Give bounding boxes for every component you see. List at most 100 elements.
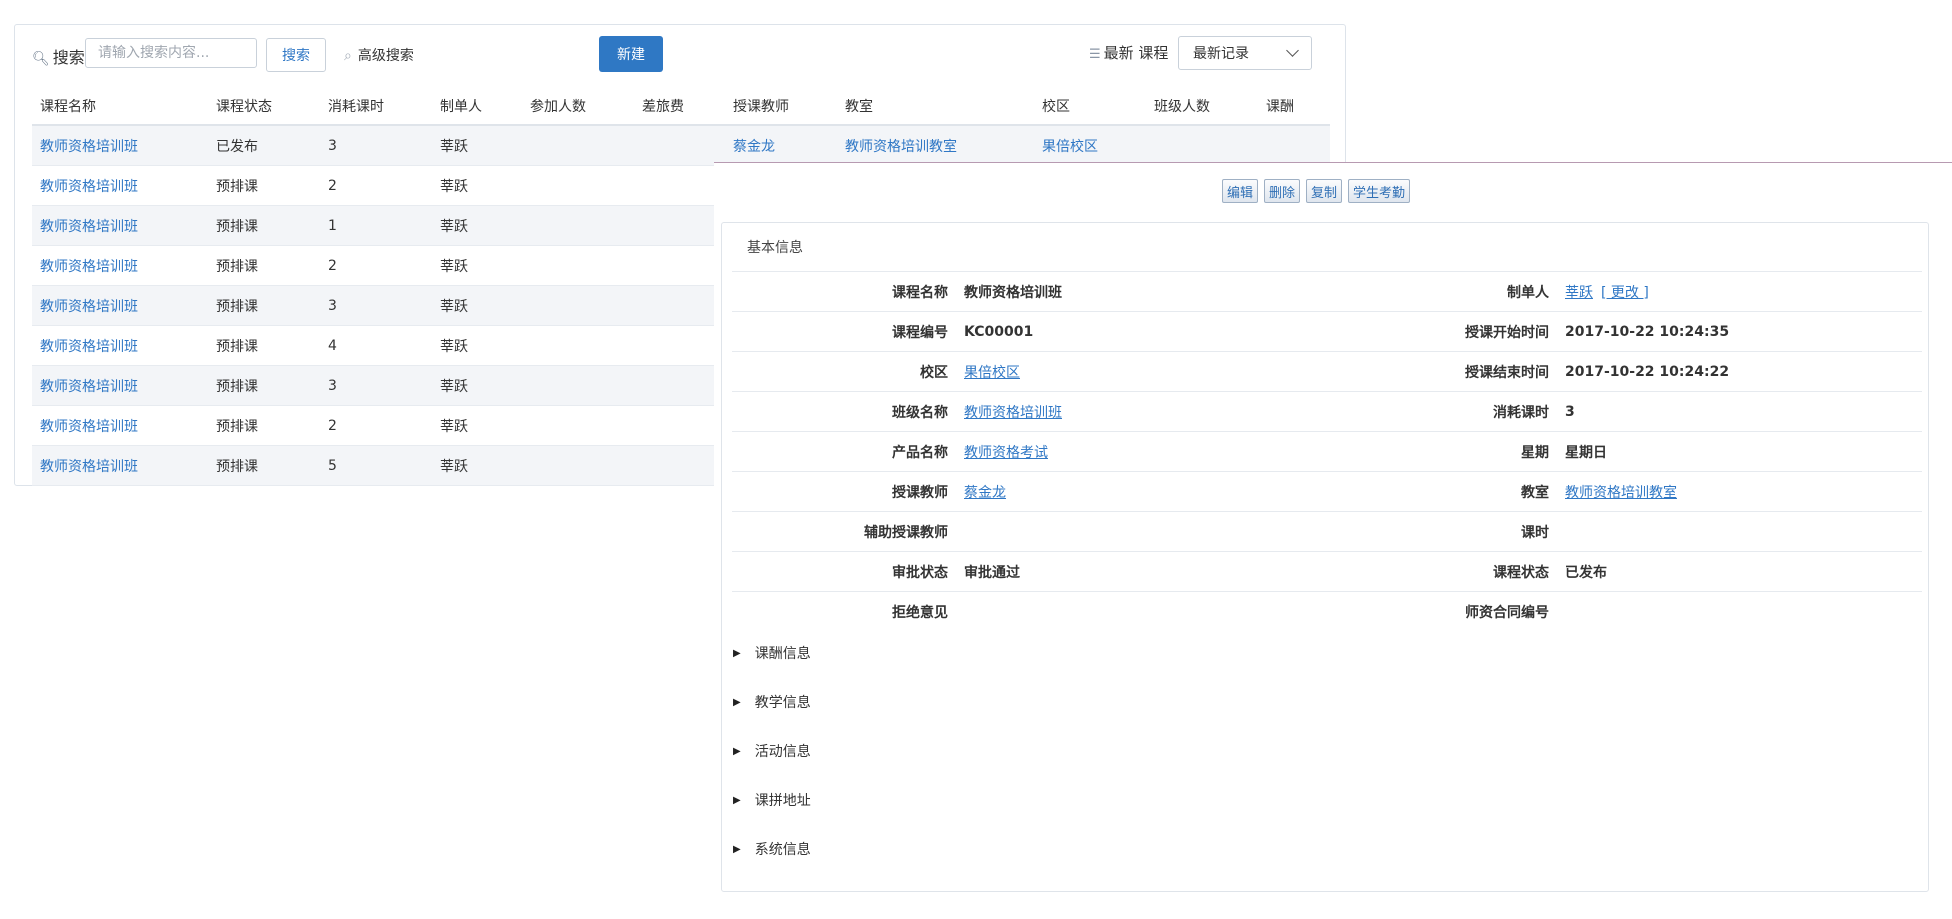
course-hours: 3 <box>320 125 432 166</box>
travel-fee <box>634 125 725 166</box>
course-code-value: KC00001 <box>964 323 1034 340</box>
column-header[interactable]: 课酬 <box>1258 87 1330 126</box>
column-header[interactable]: 班级人数 <box>1146 87 1258 126</box>
column-header[interactable]: 教室 <box>837 87 1034 126</box>
expand-triangle-icon: ▶ <box>733 794 741 806</box>
section-fee-info[interactable]: ▶ 课酬信息 <box>733 643 811 663</box>
course-name-link[interactable]: 教师资格培训班 <box>32 165 208 206</box>
column-header[interactable]: 制单人 <box>432 87 522 126</box>
maker-link[interactable]: 莘跃 <box>1565 285 1593 301</box>
field-label: 制单人 <box>1507 284 1549 301</box>
section-teaching-info[interactable]: ▶ 教学信息 <box>733 692 811 712</box>
table-row[interactable]: 教师资格培训班 已发布 3 莘跃 蔡金龙 教师资格培训教室 果倍校区 <box>32 125 1330 166</box>
course-hours: 2 <box>320 405 432 446</box>
course-status: 预排课 <box>208 245 320 286</box>
expand-triangle-icon: ▶ <box>733 843 741 855</box>
column-header[interactable]: 校区 <box>1034 87 1146 126</box>
campus-link[interactable]: 果倍校区 <box>1034 125 1146 166</box>
section-system-info[interactable]: ▶ 系统信息 <box>733 839 811 859</box>
column-header[interactable]: 参加人数 <box>522 87 634 126</box>
info-row: 班级名称 教师资格培训班 消耗课时 3 <box>732 391 1922 432</box>
course-status: 预排课 <box>208 205 320 246</box>
start-time-value: 2017-10-22 10:24:35 <box>1565 323 1730 340</box>
weekday-value: 星期日 <box>1565 444 1607 461</box>
course-name-value: 教师资格培训班 <box>964 284 1062 301</box>
field-label: 课时 <box>1521 524 1549 541</box>
course-status: 预排课 <box>208 445 320 486</box>
course-name-link[interactable]: 教师资格培训班 <box>32 125 208 166</box>
column-header[interactable]: 课程状态 <box>208 87 320 126</box>
approval-value: 审批通过 <box>964 564 1020 581</box>
field-label: 授课开始时间 <box>1465 324 1549 341</box>
edit-button[interactable]: 编辑 <box>1222 179 1259 203</box>
course-name-link[interactable]: 教师资格培训班 <box>32 445 208 486</box>
search-icon: 🔍︎ <box>32 51 50 67</box>
column-header[interactable]: 课程名称 <box>32 87 208 126</box>
info-row: 课程名称 教师资格培训班 制单人 莘跃 [ 更改 ] <box>732 271 1922 312</box>
room-link[interactable]: 教师资格培训教室 <box>837 125 1034 166</box>
new-button[interactable]: 新建 <box>599 36 663 72</box>
field-label: 课程编号 <box>892 324 948 341</box>
field-label: 消耗课时 <box>1493 404 1549 421</box>
status-value: 已发布 <box>1565 564 1607 581</box>
detail-action-bar: 编辑 删除 复制 学生考勤 <box>1222 179 1411 203</box>
course-hours: 5 <box>320 445 432 486</box>
course-maker: 莘跃 <box>432 365 522 406</box>
info-row: 辅助授课教师 课时 <box>732 511 1922 552</box>
search-input[interactable] <box>85 38 257 68</box>
course-maker: 莘跃 <box>432 245 522 286</box>
course-maker: 莘跃 <box>432 405 522 446</box>
course-maker: 莘跃 <box>432 165 522 206</box>
section-address-info[interactable]: ▶ 课拼地址 <box>733 790 811 810</box>
info-row: 课程编号 KC00001 授课开始时间 2017-10-22 10:24:35 <box>732 311 1922 352</box>
basic-info-table: 课程名称 教师资格培训班 制单人 莘跃 [ 更改 ] 课程编号 KC00001 授… <box>732 271 1922 632</box>
info-row: 校区 果倍校区 授课结束时间 2017-10-22 10:24:22 <box>732 351 1922 392</box>
info-row: 审批状态 审批通过 课程状态 已发布 <box>732 551 1922 592</box>
class-name-value: 教师资格培训班 <box>964 392 1336 432</box>
reject-value <box>964 592 1336 632</box>
course-name-link[interactable]: 教师资格培训班 <box>32 405 208 446</box>
search-icon: ⌕ <box>344 48 352 64</box>
end-time-value: 2017-10-22 10:24:22 <box>1565 363 1730 380</box>
attendance-button[interactable]: 学生考勤 <box>1348 179 1411 203</box>
course-status: 预排课 <box>208 165 320 206</box>
column-header[interactable]: 消耗课时 <box>320 87 432 126</box>
column-header[interactable]: 差旅费 <box>634 87 725 126</box>
column-header[interactable]: 授课教师 <box>725 87 837 126</box>
teacher-link[interactable]: 蔡金龙 <box>964 485 1006 501</box>
course-name-link[interactable]: 教师资格培训班 <box>32 365 208 406</box>
latest-select[interactable]: 最新记录 <box>1178 36 1312 70</box>
field-label: 师资合同编号 <box>1465 604 1549 621</box>
room-value: 教师资格培训教室 <box>1565 472 1922 512</box>
course-name-link[interactable]: 教师资格培训班 <box>32 285 208 326</box>
class-name-link[interactable]: 教师资格培训班 <box>964 405 1062 421</box>
field-label: 审批状态 <box>892 564 948 581</box>
info-row: 产品名称 教师资格考试 星期 星期日 <box>732 431 1922 472</box>
teacher-value: 蔡金龙 <box>964 472 1336 512</box>
delete-button[interactable]: 删除 <box>1264 179 1301 203</box>
course-name-link[interactable]: 教师资格培训班 <box>32 205 208 246</box>
campus-link[interactable]: 果倍校区 <box>964 365 1020 381</box>
course-detail-panel: 编辑 删除 复制 学生考勤 基本信息 课程名称 教师资格培训班 制单人 莘跃 [ … <box>714 162 1952 919</box>
copy-button[interactable]: 复制 <box>1306 179 1343 203</box>
course-status: 预排课 <box>208 365 320 406</box>
section-activity-info[interactable]: ▶ 活动信息 <box>733 741 811 761</box>
field-label: 校区 <box>920 364 948 381</box>
change-maker-link[interactable]: [ 更改 ] <box>1601 285 1649 301</box>
course-status: 预排课 <box>208 405 320 446</box>
room-link[interactable]: 教师资格培训教室 <box>1565 485 1677 501</box>
advanced-search-link[interactable]: ⌕ 高级搜索 <box>344 45 414 65</box>
course-maker: 莘跃 <box>432 285 522 326</box>
campus-value: 果倍校区 <box>964 352 1336 392</box>
info-row: 授课教师 蔡金龙 教室 教师资格培训教室 <box>732 471 1922 512</box>
basic-info-title: 基本信息 <box>747 240 803 256</box>
hours-value: 3 <box>1565 403 1575 420</box>
course-hours: 1 <box>320 205 432 246</box>
search-button[interactable]: 搜索 <box>266 38 326 72</box>
teacher-link[interactable]: 蔡金龙 <box>725 125 837 166</box>
course-name-link[interactable]: 教师资格培训班 <box>32 325 208 366</box>
course-maker: 莘跃 <box>432 325 522 366</box>
product-link[interactable]: 教师资格考试 <box>964 445 1048 461</box>
course-name-link[interactable]: 教师资格培训班 <box>32 245 208 286</box>
course-hours: 3 <box>320 285 432 326</box>
